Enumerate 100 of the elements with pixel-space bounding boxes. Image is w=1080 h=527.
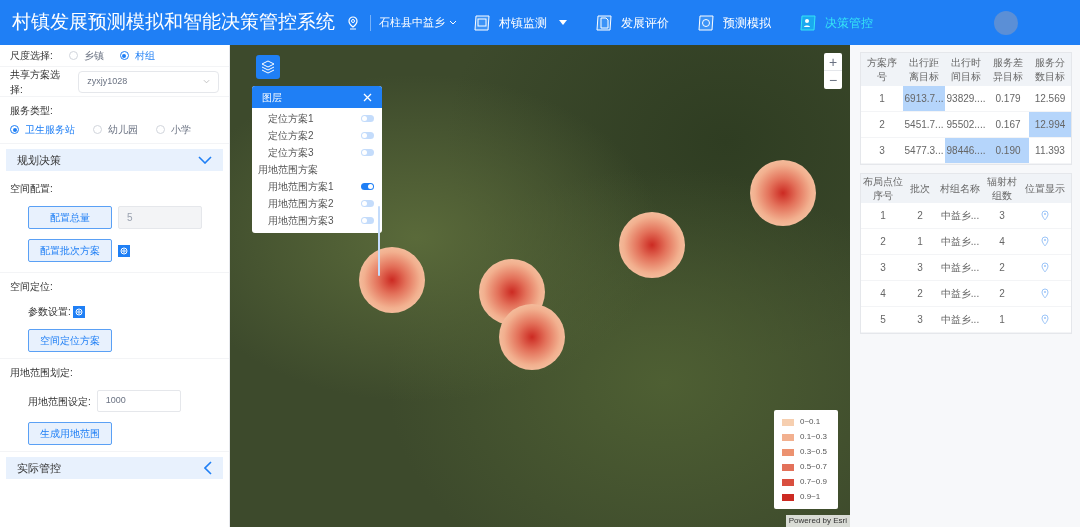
column-header: 辐射村组数	[985, 174, 1019, 203]
scrollbar[interactable]	[378, 206, 380, 276]
legend-label: 0.3~0.5	[800, 446, 827, 458]
nav-tab[interactable]: 发展评价	[595, 13, 669, 32]
range-input-field[interactable]: 1000	[96, 390, 181, 412]
user-avatar[interactable]	[994, 10, 1018, 35]
column-header: 服务差异目标	[987, 53, 1029, 86]
field-label: 空间配置:	[10, 182, 54, 196]
location-pin-icon[interactable]	[1041, 262, 1049, 273]
table-cell: 2	[985, 281, 1019, 307]
map-attribution: Powered by Esri	[785, 515, 850, 527]
table-cell: 中益乡...	[935, 307, 985, 333]
close-icon[interactable]	[363, 92, 372, 102]
table-cell: 3	[985, 203, 1019, 229]
column-header: 出行时间目标	[945, 53, 987, 86]
location-pin-icon	[348, 15, 358, 30]
table-cell: 2	[905, 203, 935, 229]
table-cell: 5	[861, 307, 905, 333]
legend-label: 0.5~0.7	[800, 461, 827, 473]
nav-tab[interactable]: 决策管控	[799, 13, 873, 32]
action-button[interactable]: 生成用地范围	[28, 422, 112, 445]
table-cell: 98446....	[945, 138, 987, 164]
action-button[interactable]: 配置总量	[28, 206, 112, 229]
nav-tab[interactable]: 预测模拟	[697, 13, 771, 32]
layer-toggle[interactable]	[361, 115, 374, 122]
field-label: 用地范围设定:	[28, 394, 91, 409]
legend-label: 0.1~0.3	[800, 431, 827, 443]
radio-option[interactable]: 卫生服务站	[10, 122, 75, 137]
column-header: 方案序号	[861, 53, 903, 86]
legend-label: 0~0.1	[800, 416, 821, 428]
table-cell: 1	[861, 203, 905, 229]
section-header[interactable]: 实际管控	[6, 457, 223, 479]
layer-label: 用地范围方案1	[268, 180, 334, 194]
table-cell: 6913.7...	[903, 86, 945, 112]
radio-option[interactable]: 幼儿园	[93, 122, 138, 137]
gear-icon[interactable]	[72, 305, 85, 318]
table-cell: 中益乡...	[935, 203, 985, 229]
layers-icon	[261, 60, 275, 74]
field-label: 尺度选择:	[10, 49, 53, 63]
field-label: 用地范围划定:	[10, 366, 74, 380]
panel-title: 图层	[262, 90, 282, 105]
zoom-out-button[interactable]: −	[824, 71, 842, 89]
layer-group-label: 用地范围方案	[258, 163, 318, 177]
monitor-icon	[473, 14, 491, 31]
table-cell: 中益乡...	[935, 255, 985, 281]
table-cell: 12.994	[1029, 112, 1071, 138]
layer-toggle[interactable]	[361, 217, 374, 224]
table-cell: 4	[861, 281, 905, 307]
action-button[interactable]: 配置批次方案	[28, 239, 112, 262]
nav-tab[interactable]: 村镇监测	[473, 13, 567, 32]
table-cell: 0.190	[987, 138, 1029, 164]
layer-label: 定位方案1	[268, 112, 314, 126]
chevron-down-icon	[203, 79, 210, 84]
table-cell: 2	[861, 229, 905, 255]
app-title: 村镇发展预测模拟和智能决策管控系统	[12, 10, 336, 35]
location-pin-icon[interactable]	[1041, 314, 1049, 325]
layer-label: 用地范围方案2	[268, 197, 334, 211]
section-header[interactable]: 规划决策	[6, 149, 223, 171]
table-cell: 中益乡...	[935, 281, 985, 307]
location-pin-icon[interactable]	[1041, 288, 1049, 299]
plan-dropdown[interactable]: zyxjy1028	[78, 70, 219, 93]
radio-option[interactable]: 小学	[156, 122, 191, 137]
location-pin-icon[interactable]	[1041, 210, 1049, 221]
table-cell: 4	[985, 229, 1019, 255]
table-cell: 1	[985, 307, 1019, 333]
table-cell: 3	[861, 255, 905, 281]
column-header: 布局点位序号	[861, 174, 905, 203]
table-cell: 3	[905, 255, 935, 281]
table-cell: 3	[905, 307, 935, 333]
layer-toggle[interactable]	[361, 200, 374, 207]
location-pin-icon[interactable]	[1041, 236, 1049, 247]
column-header: 出行距离目标	[903, 53, 945, 86]
total-input-field[interactable]: 5	[118, 206, 202, 229]
field-label: 空间定位:	[10, 280, 54, 294]
person-icon	[799, 14, 817, 31]
layer-toggle[interactable]	[361, 149, 374, 156]
column-header: 位置显示	[1019, 174, 1071, 203]
table-cell: 中益乡...	[935, 229, 985, 255]
table-cell: 2	[905, 281, 935, 307]
layer-toggle[interactable]	[361, 132, 374, 139]
action-button[interactable]: 空间定位方案	[28, 329, 112, 352]
gear-icon[interactable]	[118, 244, 130, 257]
field-label: 参数设置:	[28, 305, 71, 319]
layers-button[interactable]	[256, 55, 280, 79]
chevron-down-icon	[449, 19, 457, 26]
region-selector[interactable]: 石柱县中益乡	[379, 14, 457, 31]
legend-label: 0.7~0.9	[800, 476, 827, 488]
table-cell: 1	[905, 229, 935, 255]
layer-label: 定位方案3	[268, 146, 314, 160]
column-header: 批次	[905, 174, 935, 203]
table-cell: 2	[985, 255, 1019, 281]
zoom-in-button[interactable]: +	[824, 53, 842, 71]
radio-option[interactable]: 乡镇	[68, 48, 104, 63]
layer-toggle[interactable]	[361, 183, 374, 190]
layer-label: 定位方案2	[268, 129, 314, 143]
document-icon	[595, 14, 613, 31]
radio-option[interactable]: 村组	[119, 48, 155, 63]
field-label: 服务类型:	[10, 104, 54, 118]
column-header: 村组名称	[935, 174, 985, 203]
layer-label: 用地范围方案3	[268, 214, 334, 228]
